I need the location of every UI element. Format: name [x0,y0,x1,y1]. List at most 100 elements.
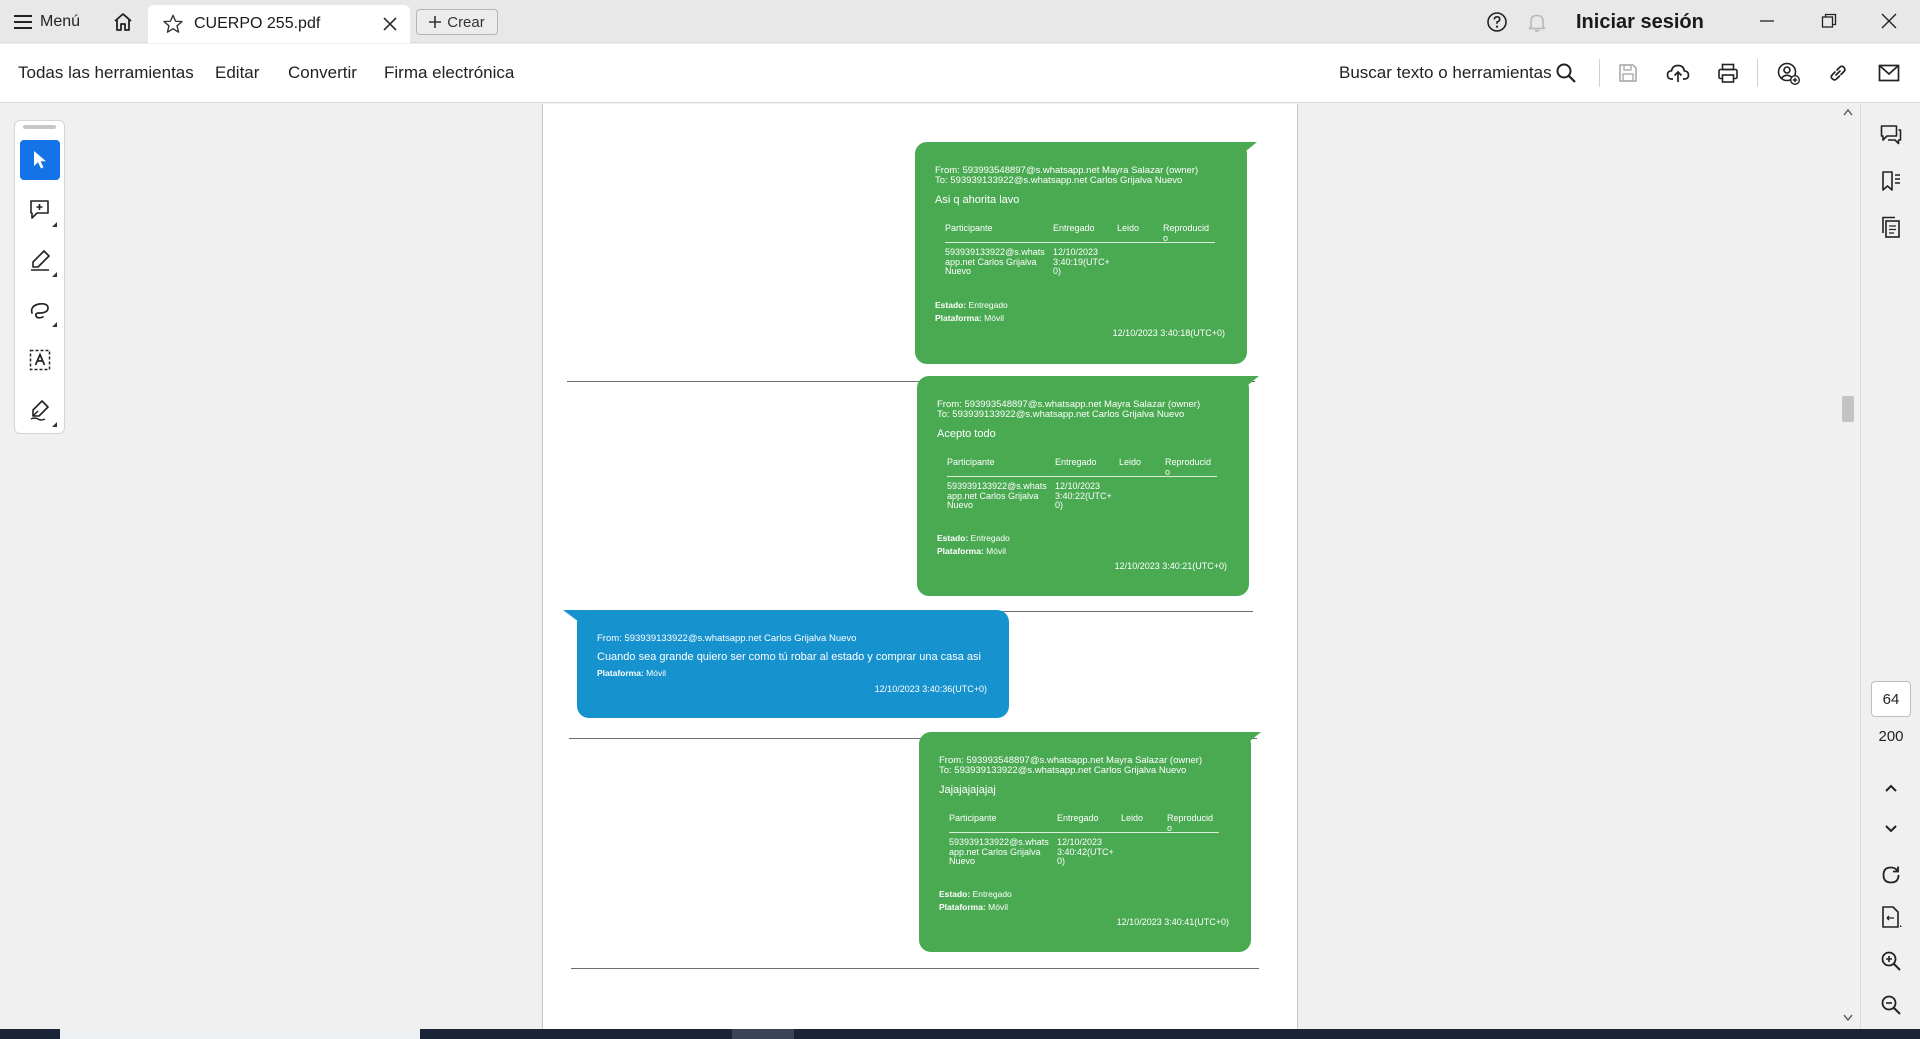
minimize-button[interactable] [1752,8,1782,34]
taskbar-active-app[interactable] [732,1029,794,1039]
os-taskbar [0,1029,1920,1039]
scroll-thumb[interactable] [1842,396,1854,422]
menu-convert[interactable]: Convertir [288,63,357,83]
create-button[interactable]: Crear [416,9,498,35]
column-header: Participante [947,457,995,467]
comment-add-icon [30,200,49,219]
restore-icon [1821,13,1837,28]
close-tab-button[interactable] [380,14,400,34]
zoom-out-button[interactable] [1877,991,1905,1019]
scroll-up-arrow[interactable] [1842,106,1854,118]
column-header: Leido [1117,223,1140,233]
submenu-indicator [52,422,57,427]
upload-button[interactable] [1665,60,1691,86]
document-tab[interactable]: CUERPO 255.pdf [148,5,410,43]
comments-icon [1880,125,1902,145]
page-number-input[interactable]: 64 [1871,681,1911,717]
bubble-tail [1235,142,1257,160]
scroll-down-arrow[interactable] [1842,1012,1854,1024]
rotate-button[interactable] [1877,861,1905,889]
message-timestamp: 12/10/2023 3:40:18(UTC+0) [1112,328,1225,338]
search-button[interactable] [1553,60,1579,86]
column-header: Entregado [1055,457,1097,467]
status-value: Entregado [968,300,1008,310]
bubble-tail [1239,732,1261,750]
rail-drag-handle[interactable] [23,125,56,129]
sign-in-link[interactable]: Iniciar sesión [1576,11,1704,34]
platform-label: Plataforma: [937,546,984,556]
participant-cell: 593939133922@s.whats app.net Carlos Grij… [949,837,1049,866]
zoom-in-button[interactable] [1877,947,1905,975]
status-label: Estado: [937,533,969,543]
platform-value: Móvil [646,668,666,678]
rotate-icon [1882,866,1900,884]
zoom-out-icon [1881,995,1901,1015]
message-body: Jajajajajajaj [939,784,996,796]
star-icon[interactable] [162,13,184,35]
close-window-button[interactable] [1874,8,1904,34]
close-icon [383,17,397,31]
message-platform: Plataforma: Móvil [597,668,666,678]
status-label: Estado: [935,300,967,310]
select-tool-button[interactable] [20,140,60,180]
text-recognition-button[interactable] [20,340,60,380]
submenu-indicator [52,322,57,327]
taskbar-search[interactable] [60,1029,420,1039]
cloud-upload-icon [1666,64,1690,82]
comments-panel-button[interactable] [1877,121,1905,149]
message-platform: Plataforma: Móvil [937,546,1006,556]
save-button[interactable] [1615,60,1641,86]
next-page-button[interactable] [1877,815,1905,843]
column-header: Entregado [1057,813,1099,823]
message-platform: Plataforma: Móvil [939,902,1008,912]
menu-edit[interactable]: Editar [215,63,259,83]
incoming-message-bubble: From: 593939133922@s.whatsapp.net Carlos… [563,610,1009,718]
help-icon[interactable] [1486,11,1508,33]
pen-sign-icon [30,400,49,421]
message-body: Asi q ahorita lavo [935,194,1020,206]
sign-tool-button[interactable] [20,390,60,430]
plus-icon [429,16,442,28]
document-scrollbar[interactable] [1838,104,1858,1029]
delivered-cell: 12/10/2023 3:40:42(UTC+ 0) [1057,837,1114,866]
draw-tool-button[interactable] [20,290,60,330]
email-button[interactable] [1876,60,1902,86]
mail-icon [1878,64,1900,82]
page-fit-button[interactable] [1877,903,1905,931]
save-icon [1619,64,1637,82]
previous-page-button[interactable] [1877,774,1905,802]
fit-page-icon [1882,906,1902,928]
delivered-cell: 12/10/2023 3:40:22(UTC+ 0) [1055,481,1112,510]
share-user-button[interactable] [1775,60,1801,86]
pages-panel-button[interactable] [1877,213,1905,241]
column-header: Participante [949,813,997,823]
restore-button[interactable] [1814,8,1844,34]
column-header: Reproducid o [1167,813,1214,833]
print-button[interactable] [1715,60,1741,86]
bookmarks-panel-button[interactable] [1877,167,1905,195]
add-comment-button[interactable] [20,190,60,230]
message-status: Estado: Entregado [937,533,1010,543]
search-tools-label[interactable]: Buscar texto o herramientas [1339,63,1552,83]
menu-e-signature[interactable]: Firma electrónica [384,63,514,83]
message-to: To: 593939133922@s.whatsapp.net Carlos G… [937,409,1185,420]
platform-label: Plataforma: [935,313,982,323]
message-separator [571,968,1259,969]
copy-link-button[interactable] [1825,60,1851,86]
create-label: Crear [447,13,485,31]
menu-button[interactable]: Menú [14,9,80,35]
bookmark-list-icon [1882,171,1900,191]
message-body: Acepto todo [937,428,996,440]
message-timestamp: 12/10/2023 3:40:21(UTC+0) [1114,561,1227,571]
highlight-tool-button[interactable] [20,240,60,280]
message-status: Estado: Entregado [935,300,1008,310]
printer-icon [1718,63,1738,83]
pdf-page: From: 593993548897@s.whatsapp.net Mayra … [542,104,1298,1039]
home-button[interactable] [110,9,136,35]
link-icon [1830,65,1846,81]
bell-icon[interactable] [1526,11,1548,33]
platform-value: Móvil [984,313,1004,323]
menu-all-tools[interactable]: Todas las herramientas [18,63,194,83]
column-header: Participante [945,223,993,233]
column-header: Leido [1119,457,1142,467]
